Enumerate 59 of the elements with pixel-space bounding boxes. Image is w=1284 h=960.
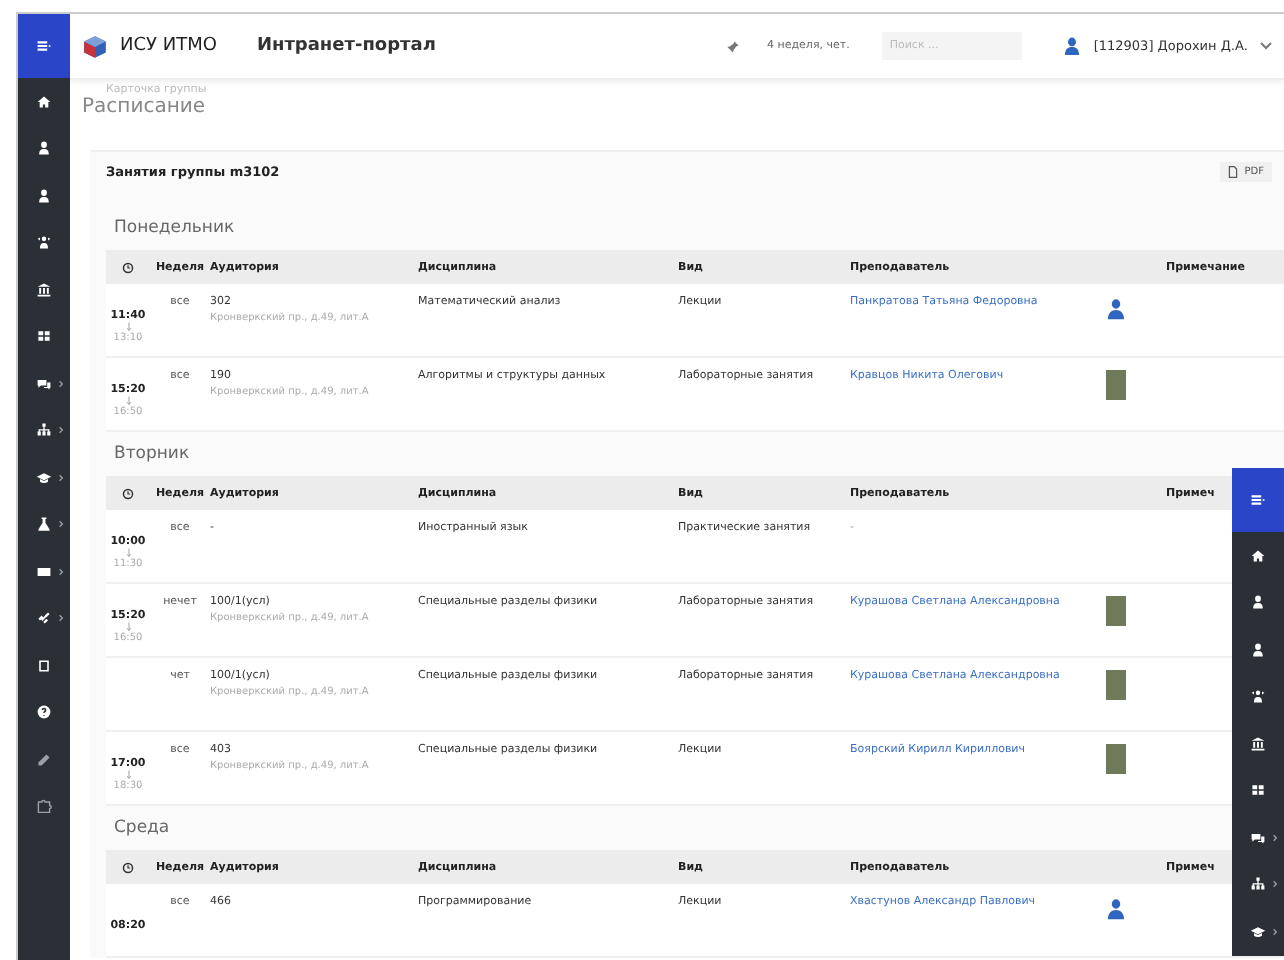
- home-icon: [36, 93, 52, 110]
- user-icon: [1061, 36, 1082, 56]
- card-icon: [36, 563, 52, 580]
- graduation-cap-icon: [36, 469, 52, 486]
- brand-name: ИСУ ИТМО: [120, 36, 217, 56]
- chevron-icon: [58, 614, 64, 623]
- chevron-icon: [58, 379, 64, 388]
- chevron-icon: [58, 567, 64, 576]
- pen-icon: [36, 751, 52, 768]
- menu-icon: [36, 38, 52, 54]
- down-arrow-icon: [125, 395, 131, 405]
- day-heading: Вторник: [112, 442, 190, 468]
- down-arrow-icon: [125, 769, 131, 779]
- flask-icon: [36, 516, 52, 533]
- clock-icon: [122, 487, 134, 499]
- home-icon: [1250, 547, 1266, 564]
- avatar-silhouette: [1106, 296, 1126, 320]
- chevron-icon: [1272, 927, 1278, 936]
- chat-icon: [36, 375, 52, 392]
- user-icon: [1250, 594, 1266, 611]
- help-icon: [36, 704, 52, 721]
- pin-icon: [725, 39, 740, 53]
- photo-placeholder: [1106, 670, 1126, 700]
- hierarchy-icon: [1250, 876, 1266, 893]
- clock-icon: [122, 261, 134, 273]
- caret-icon: [1260, 42, 1272, 50]
- group-icon: [36, 234, 52, 251]
- chevron-icon: [58, 426, 64, 435]
- menu-icon: [1250, 492, 1266, 508]
- portal-title: Интранет-портал: [256, 36, 436, 56]
- grid-icon: [1250, 782, 1266, 799]
- clock-icon: [122, 861, 134, 873]
- user-icon: [36, 187, 52, 204]
- photo-placeholder: [1106, 744, 1126, 774]
- user-icon: [1250, 641, 1266, 658]
- day-heading: Понедельник: [112, 216, 235, 242]
- photo-placeholder: [1106, 596, 1126, 626]
- group-icon: [1250, 688, 1266, 705]
- puzzle-icon: [36, 798, 52, 815]
- building-icon: [36, 281, 52, 298]
- down-arrow-icon: [125, 621, 131, 631]
- photo-placeholder: [1106, 370, 1126, 400]
- document-icon: [1228, 166, 1239, 178]
- day-heading: Среда: [112, 816, 170, 842]
- chevron-icon: [1272, 880, 1278, 889]
- graduation-cap-icon: [1250, 923, 1266, 940]
- hierarchy-icon: [36, 422, 52, 439]
- page-title: Расписание: [82, 96, 208, 118]
- user-icon: [36, 140, 52, 157]
- down-arrow-icon: [125, 547, 131, 557]
- chevron-icon: [58, 520, 64, 529]
- building-icon: [1250, 735, 1266, 752]
- chat-icon: [1250, 829, 1266, 846]
- chevron-icon: [58, 473, 64, 482]
- cube-logo-icon: [82, 33, 108, 59]
- avatar-silhouette: [1106, 896, 1126, 920]
- chevron-icon: [1272, 833, 1278, 842]
- grid-icon: [36, 328, 52, 345]
- down-arrow-icon: [125, 321, 131, 331]
